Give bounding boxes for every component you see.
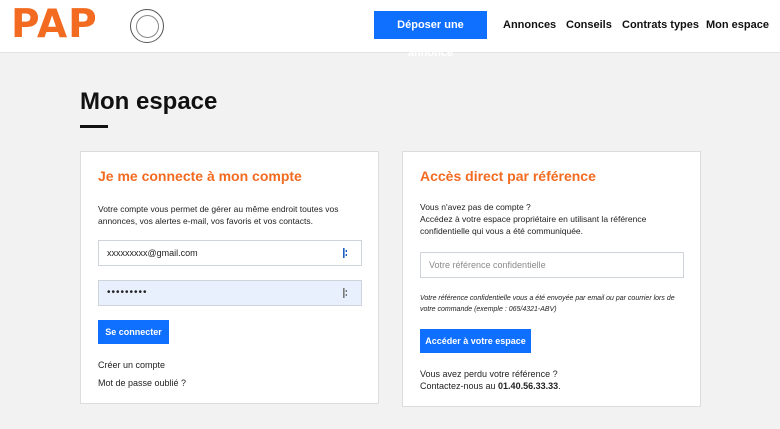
password-manager-icon[interactable] <box>343 248 349 258</box>
contact-suffix: . <box>558 381 561 391</box>
deposer-annonce-button[interactable]: Déposer une annonce <box>374 11 487 59</box>
login-card-title: Je me connecte à mon compte <box>98 168 302 184</box>
top-header: PAP Déposer une annonce Annonces Conseil… <box>0 0 780 59</box>
page-title: Mon espace <box>80 88 218 115</box>
acceder-espace-button[interactable]: Accéder à votre espace <box>420 329 531 353</box>
reference-input-placeholder: Votre référence confidentielle <box>429 260 546 270</box>
vacances-seal-icon <box>130 9 164 43</box>
contact-prefix: Contactez-nous au <box>420 381 499 391</box>
reference-card: Accès direct par référence Vous n'avez p… <box>402 151 701 407</box>
login-description-line2: annonces, vos alertes e-mail, vos favori… <box>98 216 313 226</box>
reference-card-title: Accès direct par référence <box>420 168 596 184</box>
email-field-value: xxxxxxxxx@gmail.com <box>107 248 198 258</box>
reference-input[interactable]: Votre référence confidentielle <box>420 252 684 278</box>
title-underline <box>80 125 108 128</box>
pap-logo[interactable]: PAP <box>11 5 98 45</box>
reference-note-line2: votre commande (exemple : 065/4321-ABV) <box>420 306 557 313</box>
se-connecter-button[interactable]: Se connecter <box>98 320 169 344</box>
forgot-password-link[interactable]: Mot de passe oublié ? <box>98 378 186 388</box>
email-field[interactable]: xxxxxxxxx@gmail.com <box>98 240 362 266</box>
nav-conseils[interactable]: Conseils <box>566 11 612 39</box>
contact-phone[interactable]: 01.40.56.33.33 <box>498 381 558 391</box>
no-account-text: Vous n'avez pas de compte ? <box>420 202 531 212</box>
login-card: Je me connecte à mon compte Votre compte… <box>80 151 379 404</box>
reference-description-line1: Accédez à votre espace propriétaire en u… <box>420 214 647 224</box>
lost-reference-text: Vous avez perdu votre référence ? <box>420 369 558 379</box>
nav-mon-espace[interactable]: Mon espace <box>706 11 769 39</box>
password-field[interactable]: ••••••••• <box>98 280 362 306</box>
nav-contrats-types[interactable]: Contrats types <box>622 11 699 39</box>
contact-line: Contactez-nous au 01.40.56.33.33. <box>420 380 561 393</box>
reference-description-line2: confidentielle qui vous a été communiqué… <box>420 226 584 236</box>
create-account-link[interactable]: Créer un compte <box>98 360 165 370</box>
nav-annonces[interactable]: Annonces <box>503 11 556 39</box>
reference-note-line1: Votre référence confidentielle vous a ét… <box>420 295 675 302</box>
login-description-line1: Votre compte vous permet de gérer au mêm… <box>98 204 339 214</box>
password-field-value: ••••••••• <box>107 287 148 298</box>
password-manager-icon[interactable] <box>343 288 349 298</box>
